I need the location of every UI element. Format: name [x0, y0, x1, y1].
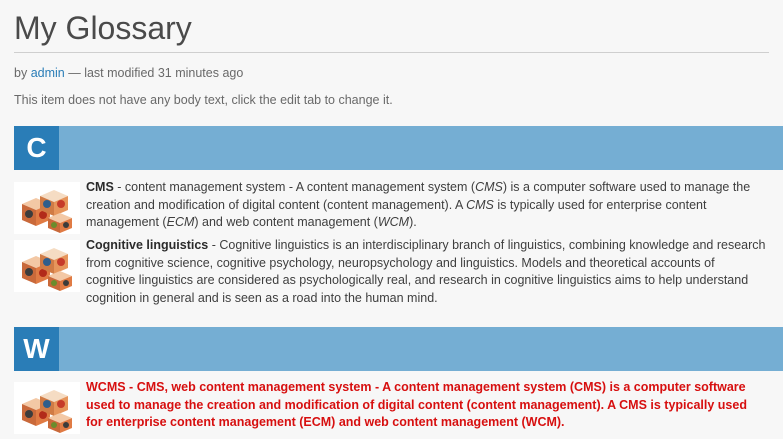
entry-definition-abbr: CMS	[466, 197, 494, 212]
entry-text: Cognitive linguistics - Cognitive lingui…	[86, 237, 766, 307]
entry-text: WCMS - CMS, web content management syste…	[86, 379, 766, 432]
entry-separator: -	[125, 380, 137, 394]
entry-term[interactable]: Cognitive linguistics	[86, 238, 208, 252]
entry-text: CMS - content management system - A cont…	[86, 179, 766, 232]
section-letter: C	[14, 126, 59, 170]
byline-modified: — last modified 31 minutes ago	[68, 66, 244, 80]
entry-definition-abbr: ECM	[166, 215, 195, 229]
entry-definition: content management system - A content ma…	[124, 180, 476, 194]
glossary-entry: CMS - content management system - A cont…	[14, 179, 766, 234]
entry-definition: CMS, web content management system - A c…	[86, 380, 747, 429]
blocks-cubes-icon	[14, 240, 80, 292]
blocks-cubes-icon	[14, 182, 80, 234]
blocks-cubes-icon	[14, 382, 80, 434]
glossary-page: My Glossary by admin — last modified 31 …	[14, 0, 783, 434]
page-title: My Glossary	[14, 0, 769, 53]
section-header-w: W	[14, 327, 783, 371]
entry-definition-abbr: CMS	[475, 180, 503, 194]
entry-definition-abbr: WCM	[377, 215, 410, 229]
author-link[interactable]: admin	[31, 66, 65, 80]
glossary-entry: WCMS - CMS, web content management syste…	[14, 379, 766, 434]
entry-definition: ).	[409, 215, 417, 229]
entry-separator: -	[113, 180, 125, 194]
glossary-entry: Cognitive linguistics - Cognitive lingui…	[14, 237, 766, 307]
entry-term[interactable]: CMS	[86, 180, 114, 194]
entry-definition: ) and web content management (	[194, 215, 378, 229]
byline-prefix: by	[14, 66, 28, 80]
entry-term[interactable]: WCMS	[86, 380, 126, 394]
byline: by admin — last modified 31 minutes ago	[14, 65, 783, 81]
section-letter: W	[14, 327, 59, 371]
entry-separator: -	[208, 238, 220, 252]
section-header-c: C	[14, 126, 783, 170]
body-text-note: This item does not have any body text, c…	[14, 93, 393, 107]
